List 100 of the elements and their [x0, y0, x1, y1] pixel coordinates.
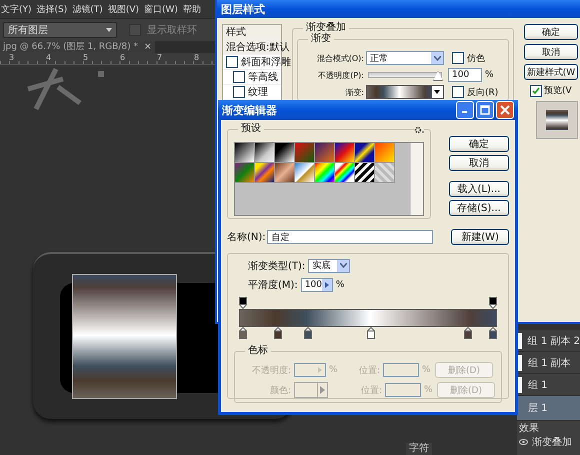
opacity-slider-track[interactable] [368, 72, 442, 78]
gradient-preset-swatch[interactable] [335, 163, 355, 183]
checkbox[interactable] [233, 71, 245, 83]
layer-name: 组 1 [528, 378, 548, 392]
color-stop[interactable] [366, 327, 374, 339]
ruler-number: 5 [83, 53, 90, 64]
gradient-preset-swatch[interactable] [255, 143, 275, 163]
sample-dropdown[interactable]: 所有图层 [3, 22, 117, 38]
field-label: 位置: [360, 384, 382, 396]
gradient-bar[interactable] [239, 309, 497, 327]
dialog-button[interactable]: 确定 [524, 24, 578, 40]
layer-name: 组 1 副本 2 [528, 334, 580, 348]
unit-label: % [422, 365, 432, 375]
smoothness-input[interactable]: 100 [300, 278, 333, 292]
opacity-input[interactable]: 100 [448, 68, 482, 82]
dialog-button[interactable]: 新建样式(W [524, 64, 578, 80]
layer-name: 组 1 副本 [528, 356, 571, 370]
opacity-stop[interactable] [489, 297, 497, 309]
checkbox[interactable] [233, 86, 245, 98]
ruler-number: 4 [46, 53, 52, 64]
field-label: 渐变类型(T): [248, 260, 306, 272]
dialog-button[interactable]: 取消 [524, 44, 578, 60]
style-item[interactable]: 混合选项:默认 [226, 40, 290, 54]
effects-label: 效果 [518, 422, 540, 435]
gradient-picker[interactable] [366, 85, 444, 99]
dialog-title: 渐变编辑器 [222, 102, 277, 118]
slider-thumb[interactable] [433, 71, 443, 81]
ruler-number: 8 [194, 53, 200, 64]
gradient-preset-swatch[interactable] [375, 163, 395, 183]
style-item[interactable]: 纹理 [248, 85, 268, 99]
panel-tab[interactable]: 字符 [406, 443, 432, 455]
blend-mode-select[interactable]: 正常 [366, 51, 444, 65]
minimize-button[interactable] [456, 101, 474, 119]
dialog-button[interactable]: 取消 [449, 155, 509, 171]
document-tab[interactable]: jpg @ 66.7% (图层 1, RGB/8) * × [0, 41, 154, 53]
checkbox[interactable] [452, 52, 464, 64]
checkbox-label: 仿色 [467, 52, 485, 64]
checkbox[interactable] [452, 86, 464, 98]
color-stop[interactable] [304, 327, 312, 339]
checkbox[interactable] [530, 84, 542, 96]
color-stop[interactable] [489, 327, 497, 339]
field-label: 不透明度: [250, 364, 291, 376]
gradient-preset-swatch[interactable] [235, 163, 255, 183]
unit-label: % [336, 280, 344, 290]
field-label: 平滑度(M): [248, 278, 298, 292]
layer-row[interactable]: 层 1 [517, 396, 580, 421]
dialog-button[interactable]: 存储(S)... [449, 200, 509, 216]
menu-item[interactable]: 帮助 [182, 2, 201, 16]
eye-icon[interactable] [519, 439, 528, 445]
style-item[interactable]: 等高线 [248, 70, 278, 84]
maximize-icon [480, 105, 490, 115]
color-stop[interactable] [464, 327, 472, 339]
gradient-preset-swatch[interactable] [275, 163, 295, 183]
gradient-preset-swatch[interactable] [315, 143, 335, 163]
gradient-preset-swatch[interactable] [315, 163, 335, 183]
preview-swatch [546, 110, 568, 130]
gradient-preset-swatch[interactable] [355, 143, 375, 163]
close-button[interactable] [496, 101, 514, 119]
ruler-number: 3 [9, 53, 16, 64]
dialog-button[interactable]: 载入(L)... [449, 181, 509, 197]
gradient-preset-swatch[interactable] [295, 163, 315, 183]
color-stop[interactable] [274, 327, 282, 339]
gradient-preset-swatch[interactable] [275, 143, 295, 163]
scrollbar[interactable] [410, 143, 423, 215]
menu-item[interactable]: 窗口(W) [144, 2, 178, 16]
menu-item[interactable]: 文字(Y) [1, 2, 32, 16]
name-input[interactable]: 自定 [267, 230, 434, 244]
field-label: 位置: [358, 364, 380, 376]
caret-icon [106, 28, 112, 32]
dialog-button[interactable]: 确定 [449, 136, 509, 152]
checkbox-label: 反向(R) [467, 86, 498, 98]
gradient-type-select[interactable]: 实底 [308, 258, 350, 272]
menu-item[interactable]: 视图(V) [108, 2, 139, 16]
opacity-stop[interactable] [239, 297, 247, 309]
gradient-preset-swatch[interactable] [335, 143, 355, 163]
gradient-preset-swatch[interactable] [355, 163, 375, 183]
style-item[interactable]: 斜面和浮雕 [241, 55, 291, 69]
close-icon [500, 105, 510, 115]
gear-icon[interactable] [414, 126, 424, 134]
gradient-preset-swatch[interactable] [255, 163, 275, 183]
gradient-preset-swatch[interactable] [235, 143, 255, 163]
unit-label: % [424, 385, 434, 395]
field-label: 颜色: [268, 384, 291, 396]
arrow-icon[interactable] [322, 278, 332, 290]
maximize-button[interactable] [476, 101, 494, 119]
field-label: 混合模式(O): [316, 52, 364, 64]
close-icon[interactable]: × [144, 41, 152, 53]
checkbox-label: 预览(V [544, 84, 572, 97]
checkbox[interactable] [226, 56, 238, 68]
color-stop[interactable] [239, 327, 247, 339]
gradient-preset-swatch[interactable] [295, 143, 315, 163]
menu-item[interactable]: 滤镜(T) [72, 2, 103, 16]
menu-item[interactable]: 选择(S) [36, 2, 68, 16]
new-button[interactable]: 新建(W) [451, 229, 509, 245]
unit-label: % [485, 70, 494, 80]
gradient-preset-swatch[interactable] [375, 143, 395, 163]
field-label: 不透明度(P): [317, 70, 364, 80]
ruler-number: 6 [120, 53, 126, 64]
dialog-title: 图层样式 [221, 2, 265, 16]
caret-icon [431, 86, 443, 98]
